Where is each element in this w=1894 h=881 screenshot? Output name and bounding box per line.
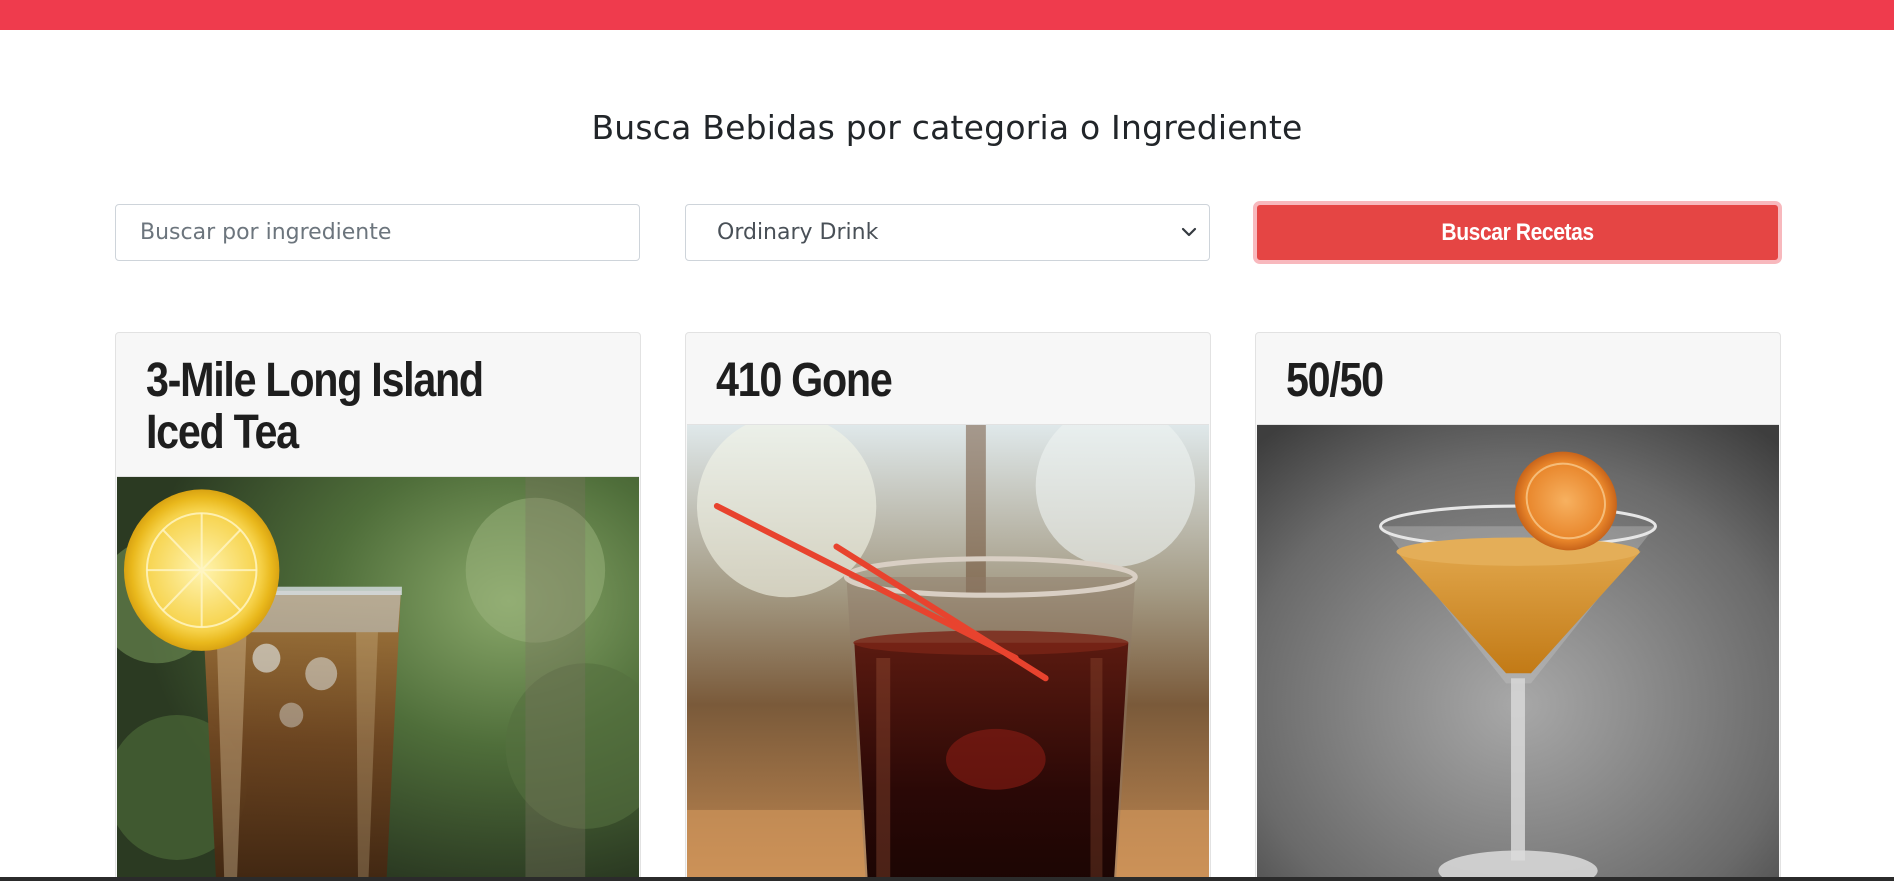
drink-image-50-50 [1257,424,1779,881]
drink-card-title: 410 Gone [716,354,893,407]
category-select[interactable]: Ordinary Drink [685,204,1210,261]
drink-image-iced-tea [117,476,639,881]
search-recipes-button-label: Buscar Recetas [1441,218,1594,246]
category-select-value: Ordinary Drink [717,220,879,245]
bottom-scrollbar-line [0,877,1894,881]
drink-card-title: 50/50 [1286,354,1384,407]
ingredient-search-input[interactable] [115,204,640,261]
drink-card[interactable]: 50/50 [1255,332,1781,881]
drink-card[interactable]: 410 Gone [685,332,1211,881]
drink-card[interactable]: 3-Mile Long Island Iced Tea [115,332,641,881]
search-recipes-button[interactable]: Buscar Recetas [1253,201,1782,264]
chevron-down-icon [1181,227,1197,237]
drink-image-410-gone [687,424,1209,881]
page-title: Busca Bebidas por categoria o Ingredient… [591,108,1303,147]
drink-card-title: 3-Mile Long Island Iced Tea [146,354,484,459]
top-bar [0,0,1894,30]
